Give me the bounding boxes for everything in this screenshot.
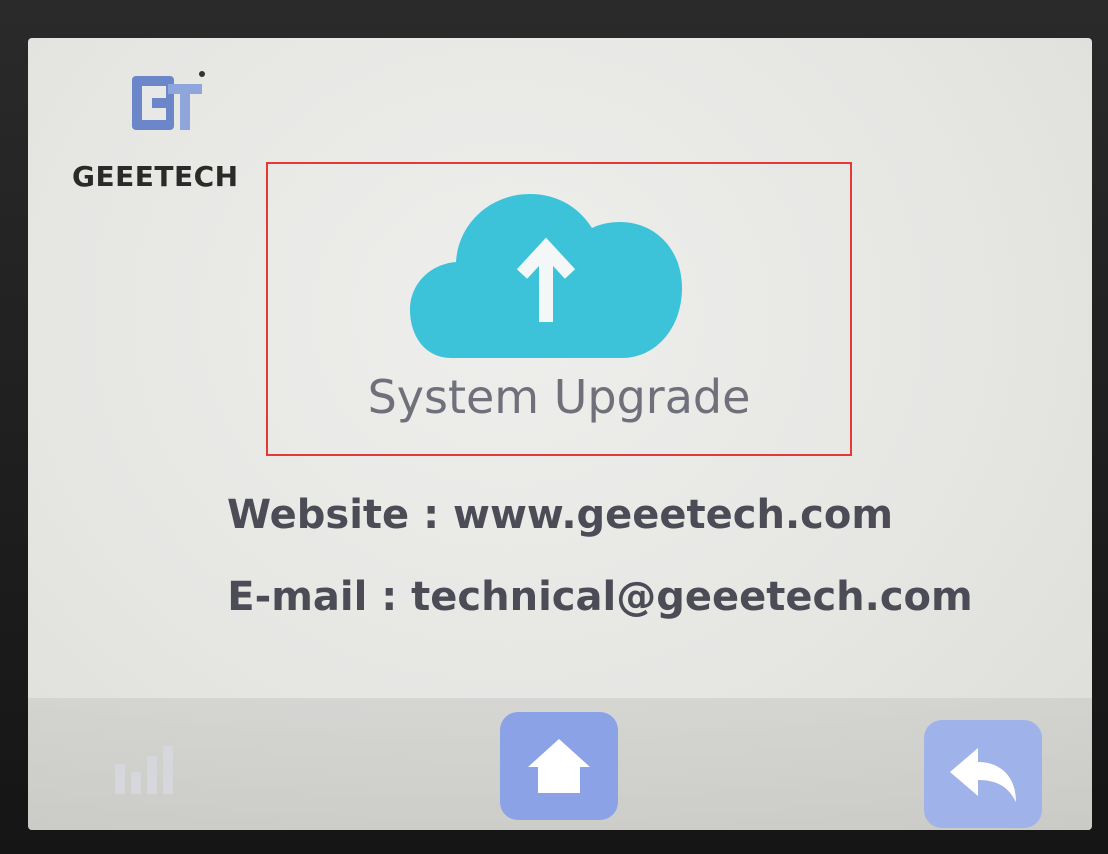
touch-screen: GEEETECH System Upgrade Website : www.ge… xyxy=(28,38,1092,830)
back-button[interactable] xyxy=(924,720,1042,828)
logo-text: GEEETECH xyxy=(72,160,239,193)
home-button[interactable] xyxy=(500,712,618,820)
system-upgrade-label: System Upgrade xyxy=(367,370,751,424)
cloud-upload-icon xyxy=(410,194,682,358)
website-text: Website : www.geeetech.com xyxy=(226,492,894,538)
system-upgrade-button[interactable]: System Upgrade xyxy=(266,162,852,456)
stats-button[interactable] xyxy=(84,716,202,824)
signal-bars-icon xyxy=(115,746,173,794)
bottom-nav-bar xyxy=(28,698,1092,830)
geeetech-logo-mark xyxy=(132,71,205,130)
home-icon xyxy=(528,739,590,793)
geeetech-logo: GEEETECH xyxy=(72,68,262,193)
back-arrow-icon xyxy=(950,748,1016,802)
email-text: E-mail : technical@geeetech.com xyxy=(227,574,973,620)
